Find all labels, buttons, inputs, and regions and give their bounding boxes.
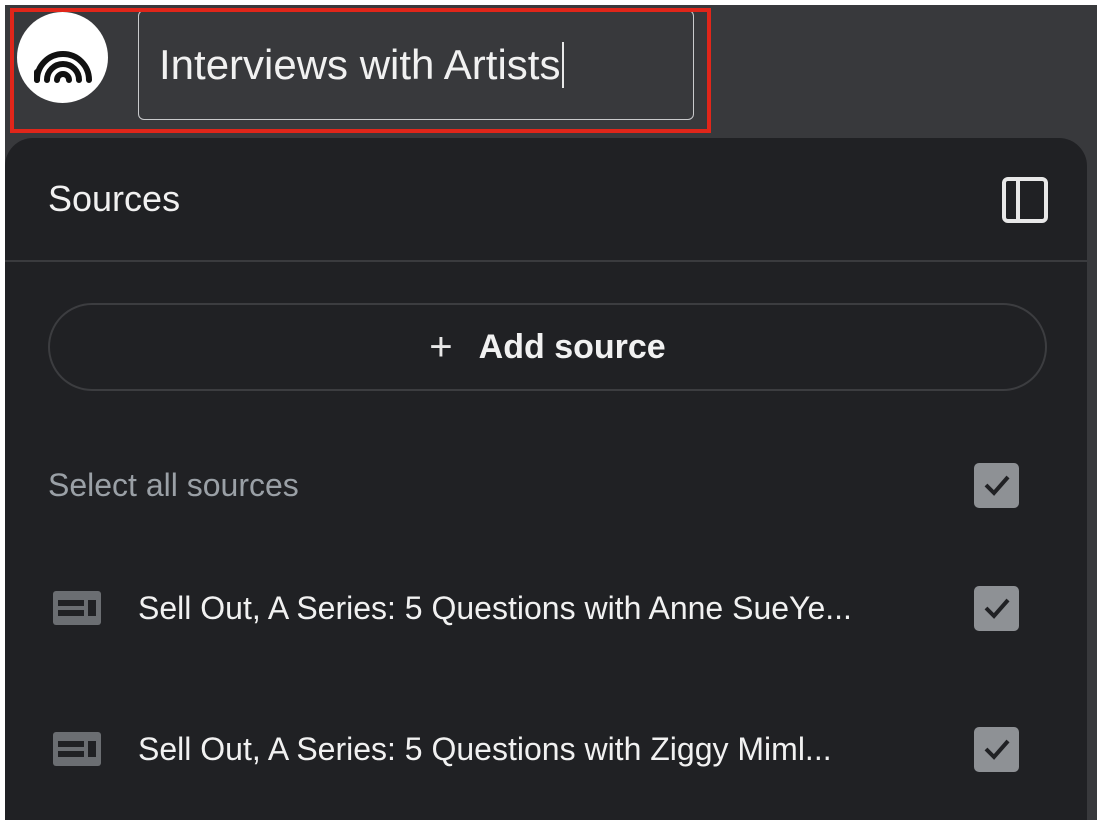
panel-divider bbox=[5, 260, 1087, 262]
select-all-checkbox[interactable] bbox=[974, 462, 1019, 508]
check-icon bbox=[984, 598, 1010, 619]
check-icon bbox=[984, 739, 1010, 760]
select-all-label: Select all sources bbox=[48, 466, 299, 503]
add-source-button[interactable]: + Add source bbox=[48, 303, 1047, 391]
source-checkbox[interactable] bbox=[974, 726, 1019, 772]
panel-toggle-icon bbox=[1002, 177, 1048, 223]
select-all-row: Select all sources bbox=[5, 455, 1087, 515]
text-caret bbox=[562, 42, 565, 88]
plus-icon: + bbox=[429, 324, 453, 369]
sources-panel: Sources + Add source Select all sources bbox=[5, 138, 1087, 820]
source-checkbox[interactable] bbox=[974, 585, 1019, 631]
panel-title: Sources bbox=[48, 178, 181, 219]
webpage-icon bbox=[53, 591, 101, 625]
notebook-logo-icon[interactable] bbox=[17, 12, 108, 103]
source-label: Sell Out, A Series: 5 Questions with Ann… bbox=[138, 589, 852, 626]
webpage-icon bbox=[53, 732, 101, 766]
source-label: Sell Out, A Series: 5 Questions with Zig… bbox=[138, 730, 832, 767]
notebook-title-text: Interviews with Artists bbox=[159, 41, 561, 88]
source-item[interactable]: Sell Out, A Series: 5 Questions with Zig… bbox=[5, 719, 1087, 779]
add-source-label: Add source bbox=[478, 327, 666, 366]
notebook-title-input[interactable]: Interviews with Artists bbox=[138, 10, 694, 120]
app-window: Interviews with Artists Sources + Add so… bbox=[5, 5, 1097, 820]
check-icon bbox=[984, 475, 1010, 496]
source-item[interactable]: Sell Out, A Series: 5 Questions with Ann… bbox=[5, 578, 1087, 638]
collapse-panel-button[interactable] bbox=[1001, 176, 1049, 224]
